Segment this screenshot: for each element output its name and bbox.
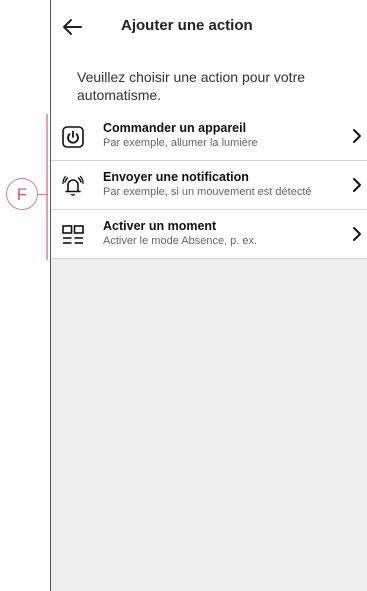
chevron-right-icon xyxy=(353,129,361,143)
action-subtitle: Par exemple, si un mouvement est détecté xyxy=(103,186,312,198)
action-item-commander[interactable]: Commander un appareil Par exemple, allum… xyxy=(51,112,367,161)
header: Ajouter une action Veuillez choisir une … xyxy=(51,0,367,112)
phone-screen: Ajouter une action Veuillez choisir une … xyxy=(50,0,367,591)
action-list: Commander un appareil Par exemple, allum… xyxy=(51,112,367,259)
action-title: Commander un appareil xyxy=(103,121,247,135)
callout-marker-line xyxy=(46,114,48,260)
callout-letter: F xyxy=(16,185,28,204)
power-button-icon xyxy=(62,126,84,148)
chevron-right-icon xyxy=(353,178,361,192)
callout-badge: F xyxy=(6,178,38,210)
chevron-right-icon xyxy=(353,227,361,241)
arrow-left-icon[interactable] xyxy=(59,14,85,40)
callout-connector xyxy=(38,194,48,196)
action-title: Activer un moment xyxy=(103,219,217,233)
action-item-moment[interactable]: Activer un moment Activer le mode Absenc… xyxy=(51,210,367,259)
action-subtitle: Par exemple, allumer la lumière xyxy=(103,137,258,149)
grid-moment-icon xyxy=(62,225,84,244)
action-item-notification[interactable]: Envoyer une notification Par exemple, si… xyxy=(51,161,367,210)
action-subtitle: Activer le mode Absence, p. ex. xyxy=(103,235,258,247)
ringing-bell-icon xyxy=(62,175,84,196)
intro-text: Veuillez choisir une action pour votre a… xyxy=(77,69,306,103)
page-title: Ajouter une action xyxy=(121,17,253,34)
action-title: Envoyer une notification xyxy=(103,170,249,184)
